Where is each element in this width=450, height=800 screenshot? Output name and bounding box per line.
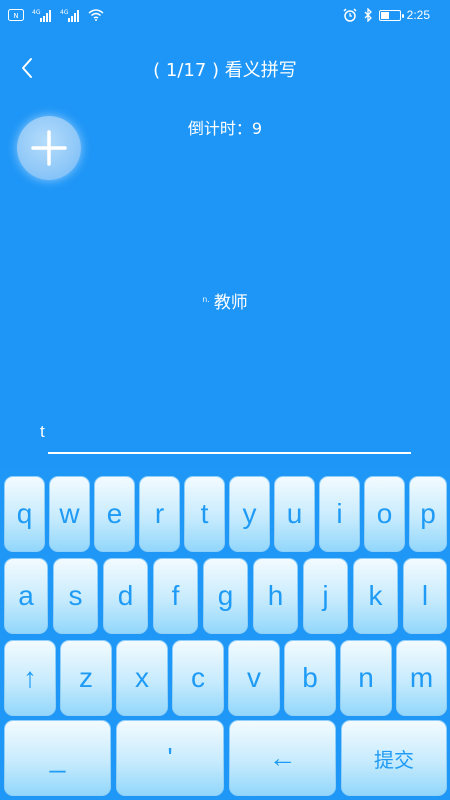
nav-bar: ( 1/17 ) 看义拼写: [0, 52, 450, 86]
backspace-key[interactable]: ←: [229, 720, 336, 796]
key-l[interactable]: l: [403, 558, 447, 634]
countdown-timer: 倒计时：9: [187, 119, 263, 138]
word-prompt: n. 教师: [0, 288, 450, 313]
signal-4g-icon: 4G: [60, 9, 79, 22]
key-p[interactable]: p: [409, 476, 447, 552]
key-n[interactable]: n: [340, 640, 392, 716]
key-v[interactable]: v: [228, 640, 280, 716]
svg-text:N: N: [13, 12, 18, 20]
key-z[interactable]: z: [60, 640, 112, 716]
battery-icon: [378, 9, 404, 21]
page-title: ( 1/17 ) 看义拼写: [153, 60, 297, 81]
status-bar: N 4G 4G 2:25: [0, 0, 450, 32]
key-m[interactable]: m: [396, 640, 447, 716]
key-y[interactable]: y: [229, 476, 270, 552]
key-i[interactable]: i: [319, 476, 360, 552]
key-f[interactable]: f: [153, 558, 198, 634]
answer-underline: [48, 452, 411, 454]
key-a[interactable]: a: [4, 558, 48, 634]
svg-text:4G: 4G: [32, 9, 41, 16]
key-w[interactable]: w: [49, 476, 90, 552]
svg-text:4G: 4G: [60, 9, 69, 16]
nfc-icon: N: [8, 9, 24, 21]
key-q[interactable]: q: [4, 476, 45, 552]
signal-4g-icon: 4G: [32, 9, 51, 22]
alarm-icon: [343, 8, 357, 22]
key-h[interactable]: h: [253, 558, 298, 634]
key-r[interactable]: r: [139, 476, 180, 552]
key-o[interactable]: o: [364, 476, 405, 552]
answer-input[interactable]: t: [40, 422, 45, 442]
key-c[interactable]: c: [172, 640, 224, 716]
key-u[interactable]: u: [274, 476, 315, 552]
key-d[interactable]: d: [103, 558, 148, 634]
part-of-speech: n.: [202, 295, 210, 304]
key-t[interactable]: t: [184, 476, 225, 552]
key-e[interactable]: e: [94, 476, 135, 552]
bluetooth-icon: [364, 8, 372, 22]
apostrophe-key[interactable]: ': [116, 720, 224, 796]
underscore-key[interactable]: _: [4, 720, 111, 796]
word-meaning: 教师: [213, 293, 248, 313]
keyboard: q w e r t y u i o p a s d f g h j k l ↑ …: [0, 470, 450, 800]
shift-key[interactable]: ↑: [4, 640, 56, 716]
key-b[interactable]: b: [284, 640, 336, 716]
wifi-icon: [88, 9, 104, 21]
key-j[interactable]: j: [303, 558, 348, 634]
submit-button[interactable]: 提交: [341, 720, 447, 796]
key-s[interactable]: s: [53, 558, 98, 634]
key-k[interactable]: k: [353, 558, 398, 634]
clock: 2:25: [406, 8, 430, 22]
key-x[interactable]: x: [116, 640, 168, 716]
key-g[interactable]: g: [203, 558, 248, 634]
